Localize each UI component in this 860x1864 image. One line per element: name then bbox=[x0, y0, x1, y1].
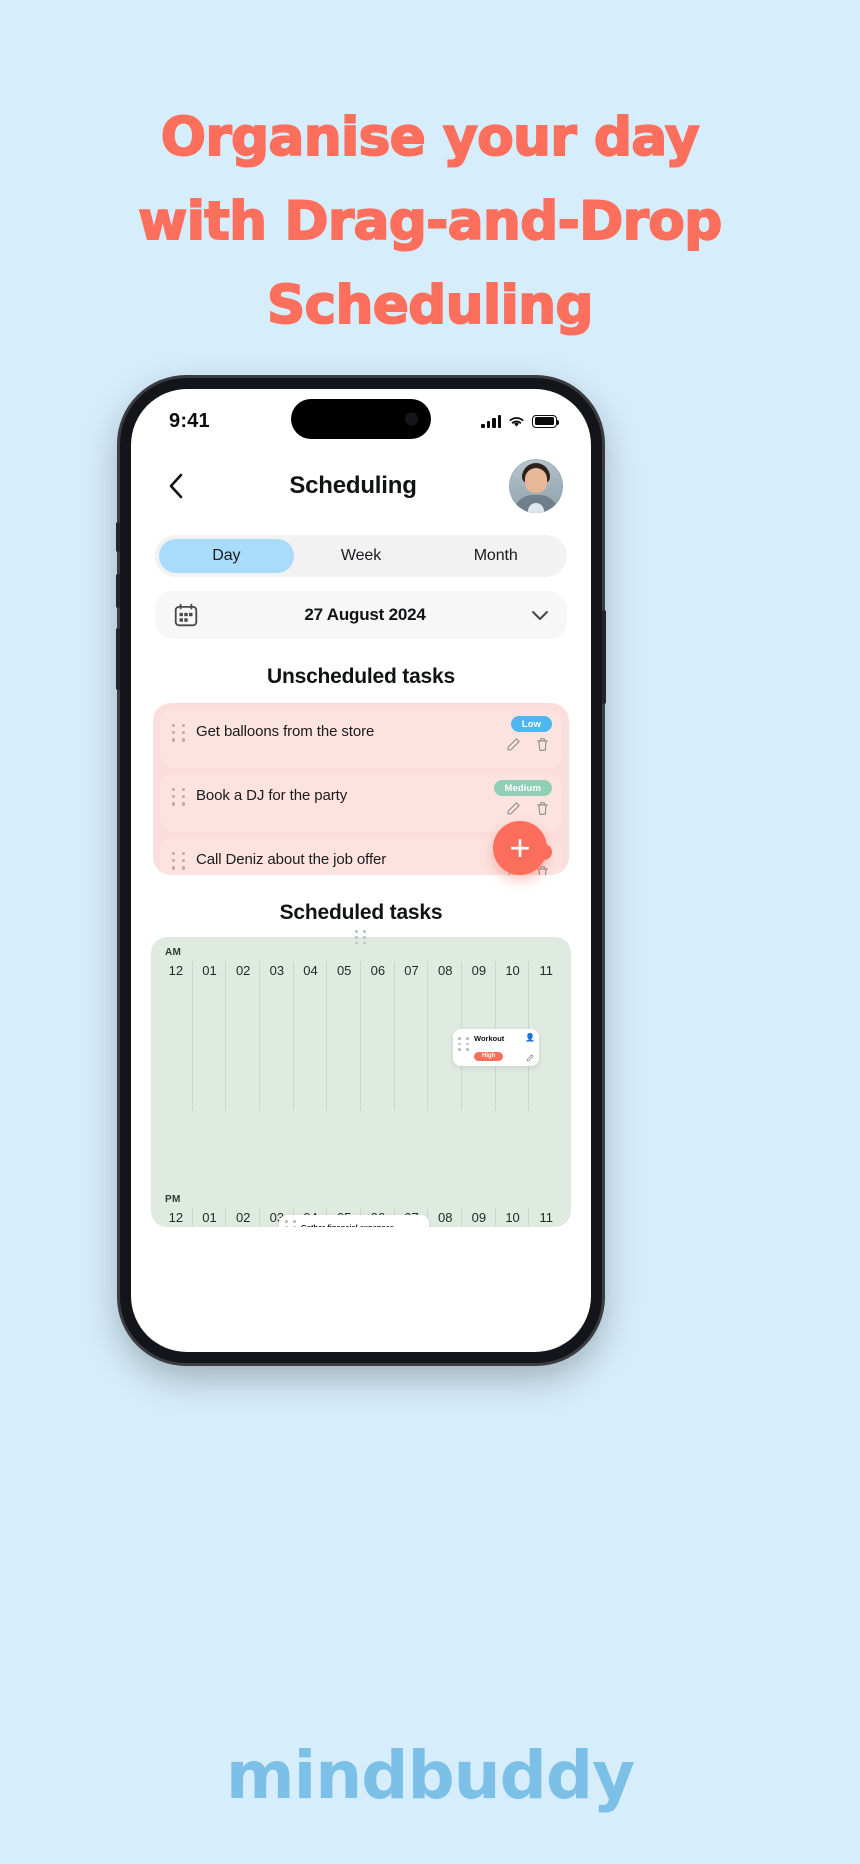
headline-line-3: Scheduling bbox=[266, 274, 594, 337]
hour-cell[interactable]: 07 bbox=[393, 961, 429, 1111]
pencil-icon[interactable] bbox=[506, 801, 521, 816]
mute-switch[interactable] bbox=[116, 522, 120, 552]
drag-handle-icon[interactable] bbox=[458, 1037, 469, 1051]
hour-cell[interactable]: 01 bbox=[191, 1208, 227, 1227]
dynamic-island bbox=[291, 399, 431, 439]
hour-cell[interactable]: 02 bbox=[225, 1208, 260, 1227]
timeline[interactable]: AM 12 01 02 03 04 05 06 07 08 09 10 11 W… bbox=[151, 937, 571, 1227]
task-actions bbox=[506, 737, 550, 752]
event-body: Workout High bbox=[474, 1034, 504, 1062]
headline: Organise your day with Drag-and-Drop Sch… bbox=[0, 96, 860, 348]
tab-week[interactable]: Week bbox=[294, 539, 429, 573]
priority-badge: Low bbox=[510, 716, 552, 732]
tab-day[interactable]: Day bbox=[159, 539, 294, 573]
status-time: 9:41 bbox=[169, 409, 210, 432]
hour-cell[interactable]: 10 bbox=[494, 1208, 530, 1227]
drag-handle-icon[interactable] bbox=[355, 930, 367, 945]
hour-cell[interactable]: 01 bbox=[191, 961, 227, 1111]
drag-handle-icon[interactable] bbox=[285, 1220, 296, 1227]
trash-icon[interactable] bbox=[535, 801, 550, 816]
tab-month[interactable]: Month bbox=[428, 539, 563, 573]
status-icons bbox=[481, 414, 560, 428]
headline-line-1: Organise your day bbox=[160, 106, 701, 169]
phone-screen: 9:41 Scheduling Day Week Month 27 August… bbox=[131, 389, 591, 1352]
hour-cell[interactable]: 04 bbox=[292, 961, 328, 1111]
scheduled-event[interactable]: Gather financial expenses bbox=[279, 1215, 429, 1227]
hour-cell[interactable]: 05 bbox=[326, 961, 361, 1111]
battery-icon bbox=[532, 414, 560, 428]
hour-cell[interactable]: 10 bbox=[494, 961, 530, 1111]
avatar-shirt bbox=[528, 503, 544, 513]
page-title: Scheduling bbox=[289, 472, 417, 499]
hour-cell[interactable]: 08 bbox=[427, 1208, 462, 1227]
pencil-icon[interactable] bbox=[526, 1054, 534, 1062]
drag-handle-icon[interactable] bbox=[172, 724, 186, 742]
task-meta: Medium bbox=[493, 780, 552, 816]
phone-mockup: 9:41 Scheduling Day Week Month 27 August… bbox=[116, 378, 606, 1363]
pm-label: PM bbox=[165, 1194, 181, 1205]
event-name: Gather financial expenses bbox=[301, 1223, 394, 1227]
hour-cell[interactable]: 11 bbox=[528, 1208, 563, 1227]
hour-cell[interactable]: 12 bbox=[159, 1210, 193, 1227]
task-row[interactable]: Get balloons from the store Low bbox=[160, 710, 562, 768]
brand-logo: mindbuddy bbox=[225, 1737, 635, 1814]
hour-cell[interactable]: 11 bbox=[528, 961, 563, 1111]
task-row[interactable]: Book a DJ for the party Medium bbox=[160, 774, 562, 832]
event-name: Workout bbox=[474, 1034, 505, 1043]
hour-cell[interactable]: 08 bbox=[427, 961, 462, 1111]
signal-icon bbox=[481, 414, 501, 428]
unscheduled-title: Unscheduled tasks bbox=[267, 665, 455, 688]
hour-cell[interactable]: 06 bbox=[360, 961, 395, 1111]
task-meta: Low bbox=[506, 716, 552, 752]
chevron-left-icon bbox=[169, 473, 183, 499]
hour-cell[interactable]: 12 bbox=[159, 963, 193, 980]
view-segmented-control: Day Week Month bbox=[155, 535, 567, 577]
wifi-icon bbox=[509, 416, 524, 427]
trash-icon[interactable] bbox=[535, 737, 550, 752]
am-hour-row: 12 01 02 03 04 05 06 07 08 09 10 11 bbox=[151, 961, 571, 1111]
front-camera-icon bbox=[405, 412, 418, 426]
task-body: Get balloons from the store bbox=[196, 720, 550, 742]
person-icon: 👤 bbox=[525, 1033, 535, 1042]
priority-badge: Medium bbox=[493, 780, 552, 796]
drag-handle-icon[interactable] bbox=[172, 852, 186, 870]
scheduled-section: AM 12 01 02 03 04 05 06 07 08 09 10 11 W… bbox=[151, 930, 571, 1227]
task-actions bbox=[506, 801, 550, 816]
scheduled-title: Scheduled tasks bbox=[279, 901, 443, 924]
avatar[interactable] bbox=[509, 459, 563, 513]
chevron-down-icon[interactable] bbox=[531, 610, 549, 621]
status-bar: 9:41 bbox=[131, 389, 591, 445]
drag-handle-icon[interactable] bbox=[172, 788, 186, 806]
pencil-icon[interactable] bbox=[506, 737, 521, 752]
task-title: Get balloons from the store bbox=[196, 723, 375, 740]
power-button[interactable] bbox=[602, 610, 606, 704]
selected-date: 27 August 2024 bbox=[304, 605, 426, 624]
scheduled-event[interactable]: Workout High 👤 bbox=[453, 1029, 539, 1066]
priority-badge: High bbox=[474, 1051, 504, 1061]
app-header: Scheduling bbox=[131, 445, 591, 523]
hour-cell[interactable]: 02 bbox=[225, 961, 260, 1111]
add-task-button[interactable]: + bbox=[493, 821, 547, 875]
am-label: AM bbox=[165, 947, 182, 958]
avatar-face bbox=[525, 468, 547, 493]
calendar-icon bbox=[174, 603, 198, 627]
hour-cell[interactable]: 09 bbox=[461, 961, 496, 1111]
pm-block: PM 12 01 02 03 04 05 06 07 08 09 10 11 bbox=[151, 1194, 571, 1227]
hour-cell[interactable]: 03 bbox=[259, 961, 294, 1111]
hour-cell[interactable]: 09 bbox=[461, 1208, 496, 1227]
date-selector[interactable]: 27 August 2024 bbox=[155, 591, 567, 639]
back-button[interactable] bbox=[159, 469, 193, 503]
headline-line-2: with Drag-and-Drop bbox=[137, 190, 723, 253]
